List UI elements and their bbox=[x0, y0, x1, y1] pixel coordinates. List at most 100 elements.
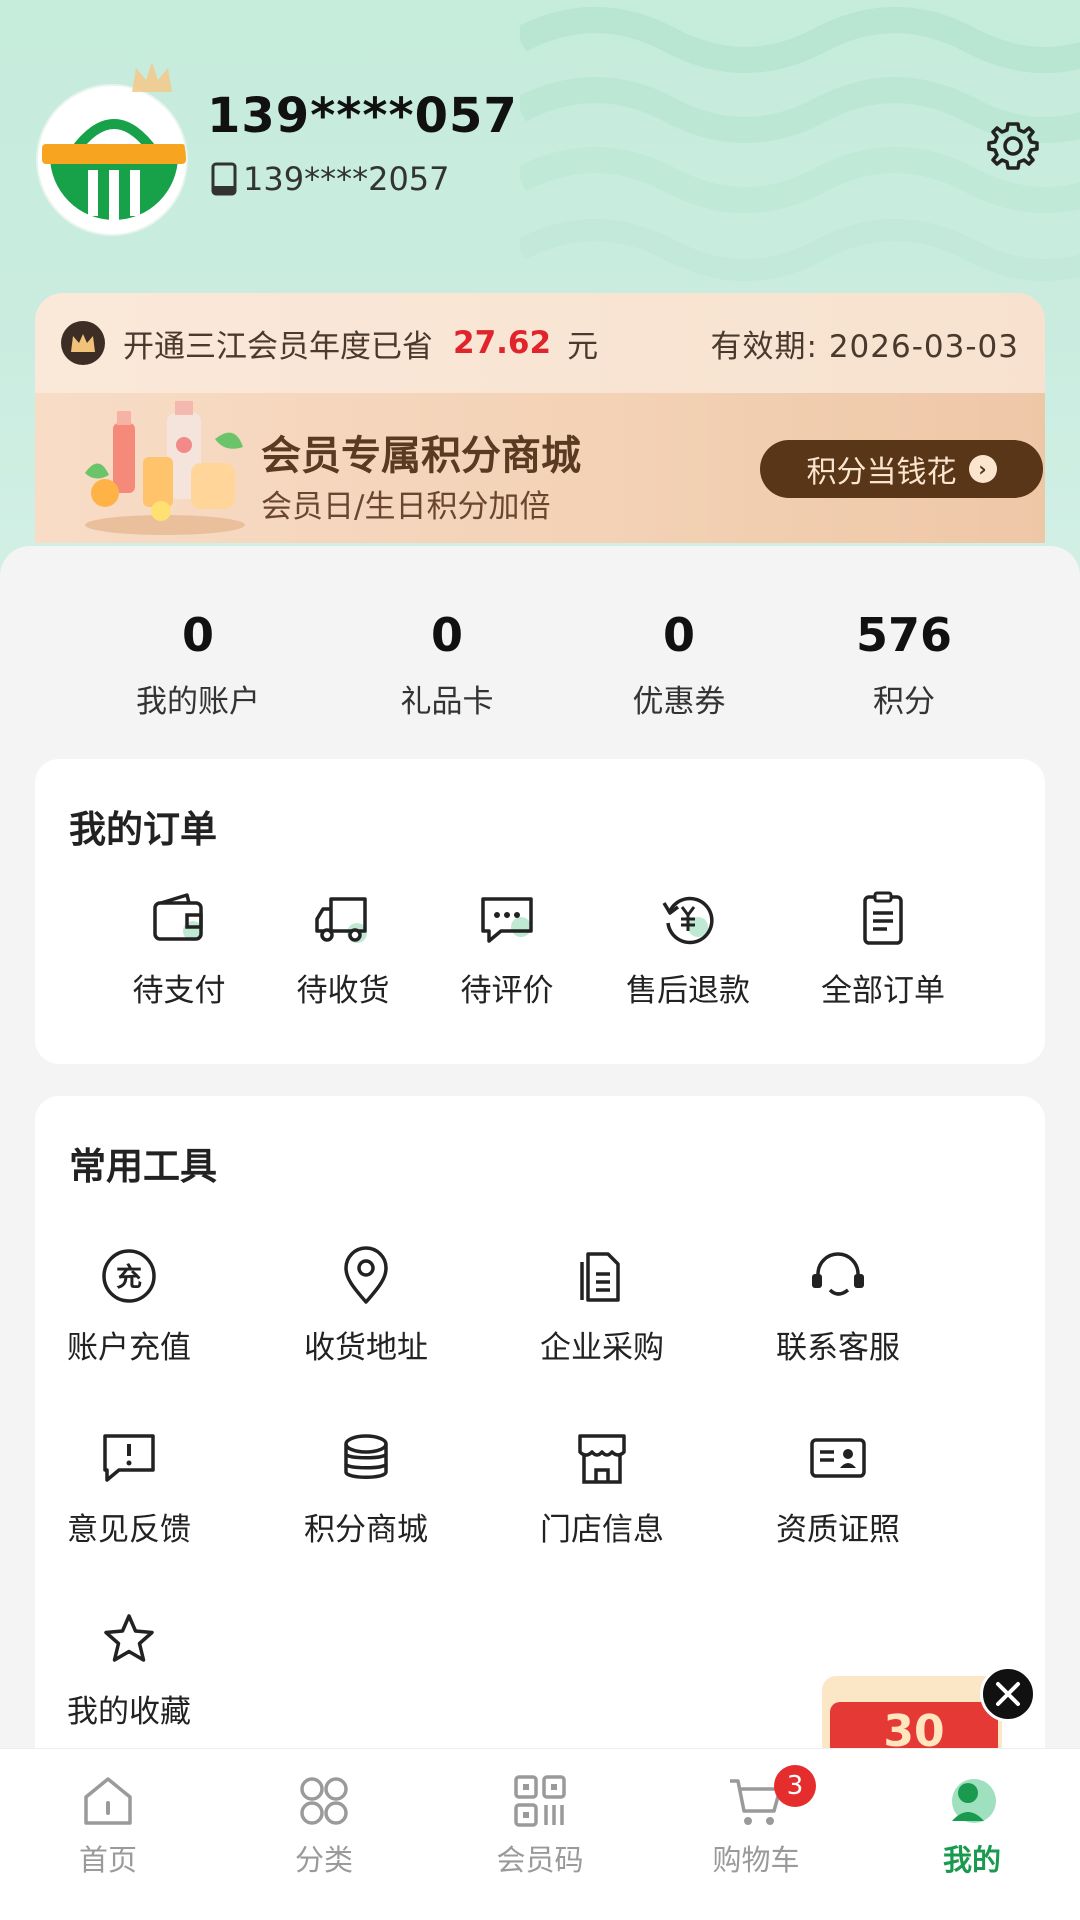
tool-label: 联系客服 bbox=[776, 1330, 900, 1366]
nav-label: 首页 bbox=[78, 1843, 137, 1877]
category-icon bbox=[300, 1777, 348, 1825]
nav-label: 购物车 bbox=[712, 1843, 800, 1877]
qr-code-icon bbox=[514, 1775, 566, 1827]
basket-logo-icon bbox=[38, 86, 186, 234]
recharge-glyph: 充 bbox=[116, 1262, 142, 1293]
member-savings-row: 开通三江会员年度已省 27.62 元 有效期: 2026-03-03 bbox=[35, 293, 1045, 393]
stat-value: 0 bbox=[430, 608, 463, 662]
order-after-sales[interactable]: 售后退款 bbox=[598, 887, 778, 1010]
crown-icon bbox=[132, 62, 172, 92]
member-card[interactable]: 开通三江会员年度已省 27.62 元 有效期: 2026-03-03 会员专属积… bbox=[35, 293, 1045, 543]
stat-label: 积分 bbox=[873, 684, 935, 720]
tool-label: 门店信息 bbox=[540, 1512, 664, 1548]
nav-cart[interactable]: 3 购物车 bbox=[666, 1765, 846, 1879]
phone-number: 139****2057 bbox=[243, 160, 450, 198]
stat-points[interactable]: 576 积分 bbox=[804, 608, 1004, 721]
username: 139****057 bbox=[207, 88, 518, 144]
order-pending-receipt[interactable]: 待收货 bbox=[253, 887, 433, 1010]
stat-label: 优惠券 bbox=[632, 684, 726, 720]
stat-value: 0 bbox=[662, 608, 695, 662]
tool-label: 账户充值 bbox=[67, 1330, 191, 1366]
tool-points-mall[interactable]: 积分商城 bbox=[276, 1426, 456, 1549]
store-icon bbox=[578, 1434, 626, 1484]
tool-favorites[interactable]: 我的收藏 bbox=[39, 1608, 219, 1731]
tool-feedback[interactable]: 意见反馈 bbox=[39, 1426, 219, 1549]
star-icon bbox=[104, 1614, 154, 1662]
tool-label: 企业采购 bbox=[540, 1330, 664, 1366]
bottom-navigation: 首页 分类 会员码 3 购物车 我的 bbox=[0, 1748, 1080, 1920]
orders-title[interactable]: 我的订单 bbox=[69, 799, 217, 853]
points-spend-button[interactable]: 积分当钱花 › bbox=[760, 440, 1043, 498]
stat-my-account[interactable]: 0 我的账户 bbox=[98, 608, 298, 721]
valid-until: 有效期: 2026-03-03 bbox=[710, 328, 1019, 365]
truck-icon bbox=[315, 897, 367, 943]
savings-label: 开通三江会员年度已省 bbox=[123, 328, 433, 365]
tool-label: 资质证照 bbox=[776, 1512, 900, 1548]
order-label: 待评价 bbox=[460, 973, 554, 1009]
savings-amount: 27.62 bbox=[453, 325, 552, 361]
refund-icon bbox=[662, 896, 714, 945]
my-orders-card: 我的订单 待支付 待收货 待评价 售后退款 全部订单 bbox=[35, 759, 1045, 1064]
close-icon bbox=[996, 1682, 1020, 1706]
tool-customer-service[interactable]: 联系客服 bbox=[748, 1244, 928, 1367]
recharge-icon: 充 bbox=[102, 1249, 156, 1303]
stat-label: 我的账户 bbox=[136, 684, 260, 720]
chevron-right-icon: › bbox=[968, 455, 997, 483]
nav-label: 我的 bbox=[942, 1843, 1001, 1877]
tool-label: 收货地址 bbox=[304, 1330, 428, 1366]
points-spend-label: 积分当钱花 bbox=[806, 455, 957, 490]
order-pending-review[interactable]: 待评价 bbox=[417, 887, 597, 1010]
cosmetics-illustration-icon bbox=[85, 401, 245, 535]
promo-subtitle: 会员日/生日积分加倍 bbox=[261, 489, 551, 525]
order-label: 待支付 bbox=[132, 973, 226, 1009]
documents-icon bbox=[580, 1252, 620, 1302]
stat-value: 0 bbox=[181, 608, 214, 662]
settings-gear-icon[interactable] bbox=[985, 118, 1041, 174]
cart-badge: 3 bbox=[774, 1765, 816, 1807]
points-mall-promo[interactable]: 会员专属积分商城 会员日/生日积分加倍 积分当钱花 › bbox=[35, 393, 1045, 543]
phone-row: 139****2057 bbox=[209, 160, 450, 198]
headset-icon bbox=[812, 1252, 864, 1296]
stat-label: 礼品卡 bbox=[400, 684, 494, 720]
phone-icon bbox=[211, 162, 237, 196]
nav-label: 分类 bbox=[294, 1843, 353, 1877]
tools-title: 常用工具 bbox=[69, 1145, 217, 1188]
home-icon bbox=[84, 1777, 132, 1825]
nav-home[interactable]: 首页 bbox=[18, 1771, 198, 1879]
comment-icon bbox=[481, 897, 533, 943]
nav-profile[interactable]: 我的 bbox=[882, 1771, 1062, 1879]
feedback-icon bbox=[103, 1434, 155, 1482]
stat-coupons[interactable]: 0 优惠券 bbox=[579, 608, 779, 721]
account-stats: 0 我的账户 0 礼品卡 0 优惠券 576 积分 bbox=[0, 608, 1080, 728]
savings-unit: 元 bbox=[567, 328, 599, 365]
avatar[interactable] bbox=[36, 84, 188, 236]
tool-address[interactable]: 收货地址 bbox=[276, 1244, 456, 1367]
nav-category[interactable]: 分类 bbox=[234, 1771, 414, 1879]
close-floating-button[interactable] bbox=[980, 1666, 1036, 1722]
stat-value: 576 bbox=[855, 608, 953, 662]
location-icon bbox=[344, 1246, 388, 1304]
tool-label: 意见反馈 bbox=[67, 1512, 191, 1548]
clipboard-icon bbox=[863, 891, 903, 945]
nav-label: 会员码 bbox=[496, 1843, 584, 1877]
tool-recharge[interactable]: 充 账户充值 bbox=[39, 1244, 219, 1367]
wallet-icon bbox=[153, 893, 203, 941]
promo-title: 会员专属积分商城 bbox=[261, 433, 581, 479]
member-crown-icon bbox=[61, 321, 105, 365]
coins-icon bbox=[344, 1434, 388, 1479]
tool-label: 我的收藏 bbox=[67, 1694, 191, 1730]
id-card-icon bbox=[810, 1438, 866, 1478]
order-label: 售后退款 bbox=[626, 973, 750, 1009]
tool-label: 积分商城 bbox=[304, 1512, 428, 1548]
floating-banner-text: 30 bbox=[883, 1706, 944, 1748]
tool-store-info[interactable]: 门店信息 bbox=[512, 1426, 692, 1549]
tool-qualifications[interactable]: 资质证照 bbox=[748, 1426, 928, 1549]
stat-gift-card[interactable]: 0 礼品卡 bbox=[347, 608, 547, 721]
tool-enterprise-purchase[interactable]: 企业采购 bbox=[512, 1244, 692, 1367]
order-label: 全部订单 bbox=[821, 973, 945, 1009]
order-label: 待收货 bbox=[296, 973, 390, 1009]
nav-member-code[interactable]: 会员码 bbox=[450, 1771, 630, 1879]
order-all[interactable]: 全部订单 bbox=[793, 887, 973, 1010]
order-pending-payment[interactable]: 待支付 bbox=[89, 887, 269, 1010]
profile-icon bbox=[952, 1779, 996, 1823]
